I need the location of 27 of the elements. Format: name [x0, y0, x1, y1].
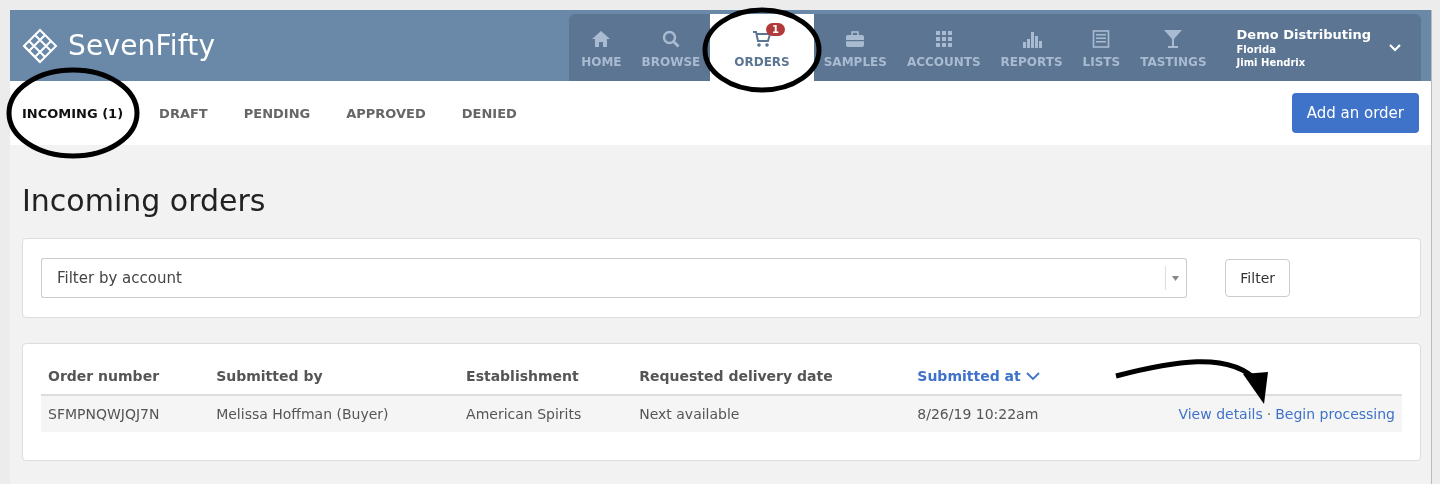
nav-tab[interactable]: 1 ORDERS: [710, 14, 814, 81]
page-title: Incoming orders: [22, 182, 267, 220]
table-cell: Melissa Hoffman (Buyer): [209, 395, 460, 432]
brand-name: SevenFifty: [68, 29, 216, 62]
separator-dot: ·: [1265, 406, 1273, 422]
add-order-button[interactable]: Add an order: [1291, 93, 1419, 133]
action-link[interactable]: Begin processing: [1275, 406, 1395, 422]
table-cell: Next available: [632, 395, 911, 432]
table-cell: American Spirits: [459, 395, 633, 432]
account-menu[interactable]: Demo Distributing Florida Jimi Hendrix: [1216, 14, 1421, 81]
status-tab[interactable]: PENDING: [225, 97, 329, 129]
table-cell: 8/26/19 10:22am: [910, 395, 1093, 432]
filter-button[interactable]: Filter: [1225, 259, 1290, 297]
nav-tab[interactable]: TASTINGS: [1130, 14, 1217, 81]
nav-tab[interactable]: REPORTS: [990, 14, 1073, 81]
count-badge: 1: [765, 23, 785, 36]
status-tab[interactable]: DENIED: [443, 97, 535, 129]
nav-tab[interactable]: HOME: [571, 14, 632, 81]
nav-tab[interactable]: LISTS: [1072, 14, 1131, 81]
status-tab[interactable]: APPROVED: [328, 97, 444, 129]
nav-tab[interactable]: ACCOUNTS: [896, 14, 991, 81]
table-cell: SFMPNQWJQJ7N: [41, 395, 210, 432]
nav-tab[interactable]: BROWSE: [631, 14, 711, 81]
status-tab[interactable]: INCOMING (1): [22, 97, 142, 129]
status-tab[interactable]: DRAFT: [141, 97, 226, 129]
action-link[interactable]: View details: [1178, 406, 1263, 422]
nav-tab[interactable]: SAMPLES: [813, 14, 897, 81]
